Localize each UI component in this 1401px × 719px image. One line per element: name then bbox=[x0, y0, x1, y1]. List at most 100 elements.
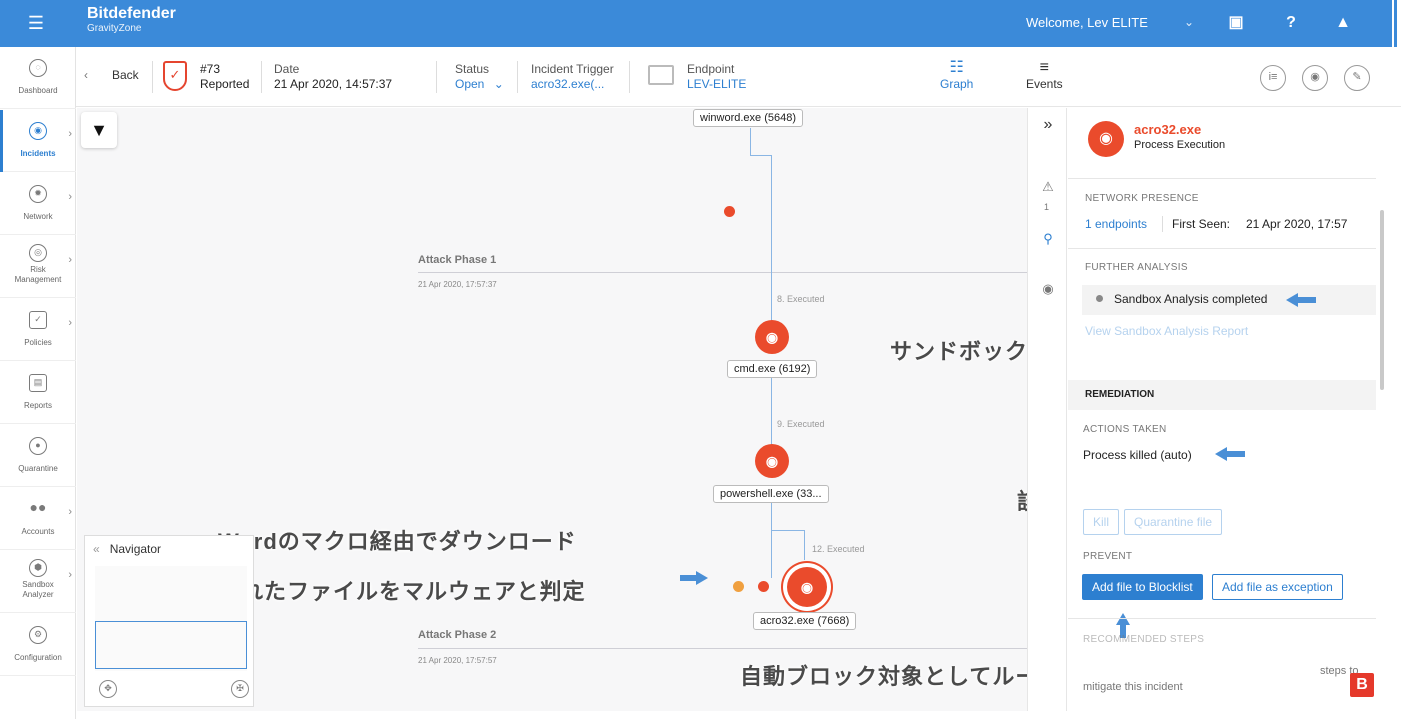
process-node-acro32[interactable]: ◉ bbox=[787, 567, 827, 607]
divider bbox=[1162, 216, 1163, 232]
actions-taken-title: ACTIONS TAKEN bbox=[1083, 424, 1167, 435]
kill-button[interactable]: Kill bbox=[1083, 509, 1120, 535]
sidebar-item-label: Accounts bbox=[21, 527, 55, 536]
sidebar-item-dashboard[interactable]: ◌ Dashboard bbox=[0, 47, 76, 109]
process-node-label[interactable]: powershell.exe (33... bbox=[713, 485, 829, 503]
divider bbox=[1068, 178, 1376, 179]
sidebar-item-sandbox-analyzer[interactable]: ⬢ Sandbox Analyzer › bbox=[0, 551, 76, 613]
annotation-word-line1: Wordのマクロ経由でダウンロード bbox=[218, 529, 577, 554]
sidebar-item-incidents[interactable]: ◉ Incidents › bbox=[0, 110, 76, 172]
fit-view-icon[interactable]: ✥ bbox=[99, 680, 117, 698]
edge-line bbox=[771, 373, 772, 445]
tab-events[interactable]: ≡ Events bbox=[1026, 59, 1063, 91]
annotation-block: 自動ブロック対象としてルールに追加も可能 bbox=[740, 664, 1027, 689]
incident-header: ‹ Back ✓ #73 Reported Date 21 Apr 2020, … bbox=[76, 47, 1401, 107]
top-bar: ☰ Bitdefender GravityZone Welcome, Lev E… bbox=[0, 0, 1401, 47]
status-label: Status bbox=[455, 62, 490, 76]
risk-icon: ◎ bbox=[29, 244, 47, 262]
incidents-icon: ◉ bbox=[29, 122, 47, 140]
navigator-panel[interactable]: « Navigator ✥ ✠ bbox=[84, 535, 254, 707]
eye-icon[interactable]: ◉ bbox=[1037, 278, 1059, 300]
sidebar-item-risk-management[interactable]: ◎ Risk Management › bbox=[0, 236, 76, 298]
monitor-icon bbox=[648, 65, 674, 85]
action-value: Process killed (auto) bbox=[1083, 448, 1192, 462]
annotation-word-line2: されたファイルをマルウェアと判定 bbox=[218, 579, 586, 604]
eye-icon[interactable]: ◉ bbox=[1302, 65, 1328, 91]
prevent-title: PREVENT bbox=[1083, 551, 1133, 562]
status-dropdown[interactable]: Open ⌄ bbox=[455, 77, 504, 92]
sidebar-item-reports[interactable]: ▤ Reports bbox=[0, 362, 76, 424]
sidebar-item-accounts[interactable]: ●● Accounts › bbox=[0, 488, 76, 550]
expand-panel-icon[interactable]: » bbox=[1037, 114, 1059, 136]
navigator-viewport[interactable] bbox=[95, 621, 247, 669]
sidebar-item-network[interactable]: ✹ Network › bbox=[0, 173, 76, 235]
process-node-label[interactable]: acro32.exe (7668) bbox=[753, 612, 857, 630]
sidebar-item-label: Network bbox=[23, 212, 53, 221]
date-label: Date bbox=[274, 62, 300, 76]
tab-graph-label: Graph bbox=[940, 77, 974, 91]
first-seen-value: 21 Apr 2020, 17:57 bbox=[1246, 217, 1348, 231]
arrow-left-icon bbox=[1215, 447, 1245, 461]
policies-icon: ✓ bbox=[29, 311, 47, 329]
event-dot[interactable] bbox=[733, 581, 744, 592]
divider bbox=[517, 61, 518, 93]
tab-graph[interactable]: ☷ Graph bbox=[940, 59, 973, 91]
bell-icon[interactable]: ▲ bbox=[1332, 12, 1354, 34]
endpoints-link[interactable]: 1 endpoints bbox=[1085, 217, 1147, 231]
welcome-user[interactable]: Welcome, Lev ELITE bbox=[1026, 15, 1148, 30]
trigger-link[interactable]: acro32.exe(... bbox=[531, 77, 614, 92]
back-chevron-icon[interactable]: ‹ bbox=[84, 68, 88, 83]
trigger-label: Incident Trigger bbox=[531, 62, 614, 76]
view-report-link[interactable]: View Sandbox Analysis Report bbox=[1085, 324, 1248, 338]
phase-divider bbox=[418, 272, 1027, 273]
chevron-right-icon: › bbox=[68, 317, 72, 329]
gift-icon[interactable]: ▣ bbox=[1225, 12, 1247, 34]
sidebar-item-label: Sandbox Analyzer bbox=[22, 580, 54, 599]
endpoint-link[interactable]: LEV-ELITE bbox=[687, 77, 746, 92]
help-icon[interactable]: ? bbox=[1280, 12, 1302, 34]
navigator-title: Navigator bbox=[109, 542, 162, 556]
sidebar-item-configuration[interactable]: ⚙ Configuration bbox=[0, 614, 76, 676]
center-icon[interactable]: ✠ bbox=[231, 680, 249, 698]
sidebar-item-quarantine[interactable]: ● Quarantine bbox=[0, 425, 76, 487]
process-node-cmd[interactable]: ◉ bbox=[755, 320, 789, 354]
edge-line bbox=[804, 530, 805, 560]
event-dot[interactable] bbox=[724, 206, 735, 217]
chevron-down-icon[interactable]: ⌄ bbox=[1184, 15, 1194, 29]
divider bbox=[436, 61, 437, 93]
shield-check-icon: ✓ bbox=[163, 61, 187, 91]
first-seen-label: First Seen: bbox=[1172, 217, 1231, 231]
menu-collapse-icon[interactable]: ☰ bbox=[22, 12, 50, 34]
add-to-blocklist-button[interactable]: Add file to Blocklist bbox=[1082, 574, 1203, 600]
quarantine-button[interactable]: Quarantine file bbox=[1124, 509, 1223, 535]
process-node-powershell[interactable]: ◉ bbox=[755, 444, 789, 478]
search-analysis-icon[interactable]: ⚲ bbox=[1037, 228, 1059, 250]
collapse-icon[interactable]: « bbox=[93, 542, 100, 556]
process-node-label[interactable]: cmd.exe (6192) bbox=[727, 360, 818, 378]
divider bbox=[152, 61, 153, 93]
incident-id: #73 bbox=[200, 62, 221, 76]
filter-icon[interactable]: ▼ bbox=[81, 112, 117, 148]
edge-line bbox=[771, 155, 772, 323]
divider bbox=[261, 61, 262, 93]
process-node-label[interactable]: winword.exe (5648) bbox=[693, 109, 803, 127]
process-name: acro32.exe bbox=[1134, 122, 1202, 137]
sidebar-item-label: Risk Management bbox=[14, 265, 62, 284]
status-block[interactable]: Status Open ⌄ bbox=[455, 62, 504, 92]
status-dot bbox=[1096, 295, 1103, 302]
recommended-steps-title: RECOMMENDED STEPS bbox=[1083, 634, 1205, 645]
corner-badge: B bbox=[1350, 673, 1374, 697]
alert-shield-icon[interactable]: ⚠ bbox=[1037, 176, 1059, 198]
edit-icon[interactable]: ✎ bbox=[1344, 65, 1370, 91]
info-list-icon[interactable]: i≡ bbox=[1260, 65, 1286, 91]
add-exception-button[interactable]: Add file as exception bbox=[1212, 574, 1343, 600]
brand-logo[interactable]: Bitdefender GravityZone bbox=[87, 5, 176, 35]
chevron-right-icon: › bbox=[68, 128, 72, 140]
back-button[interactable]: Back bbox=[112, 68, 139, 83]
details-scrollbar[interactable] bbox=[1380, 210, 1384, 390]
event-dot[interactable] bbox=[758, 581, 769, 592]
divider bbox=[1068, 618, 1376, 619]
window-edge bbox=[1392, 0, 1401, 47]
sidebar-item-policies[interactable]: ✓ Policies › bbox=[0, 299, 76, 361]
edge-line bbox=[771, 530, 804, 531]
